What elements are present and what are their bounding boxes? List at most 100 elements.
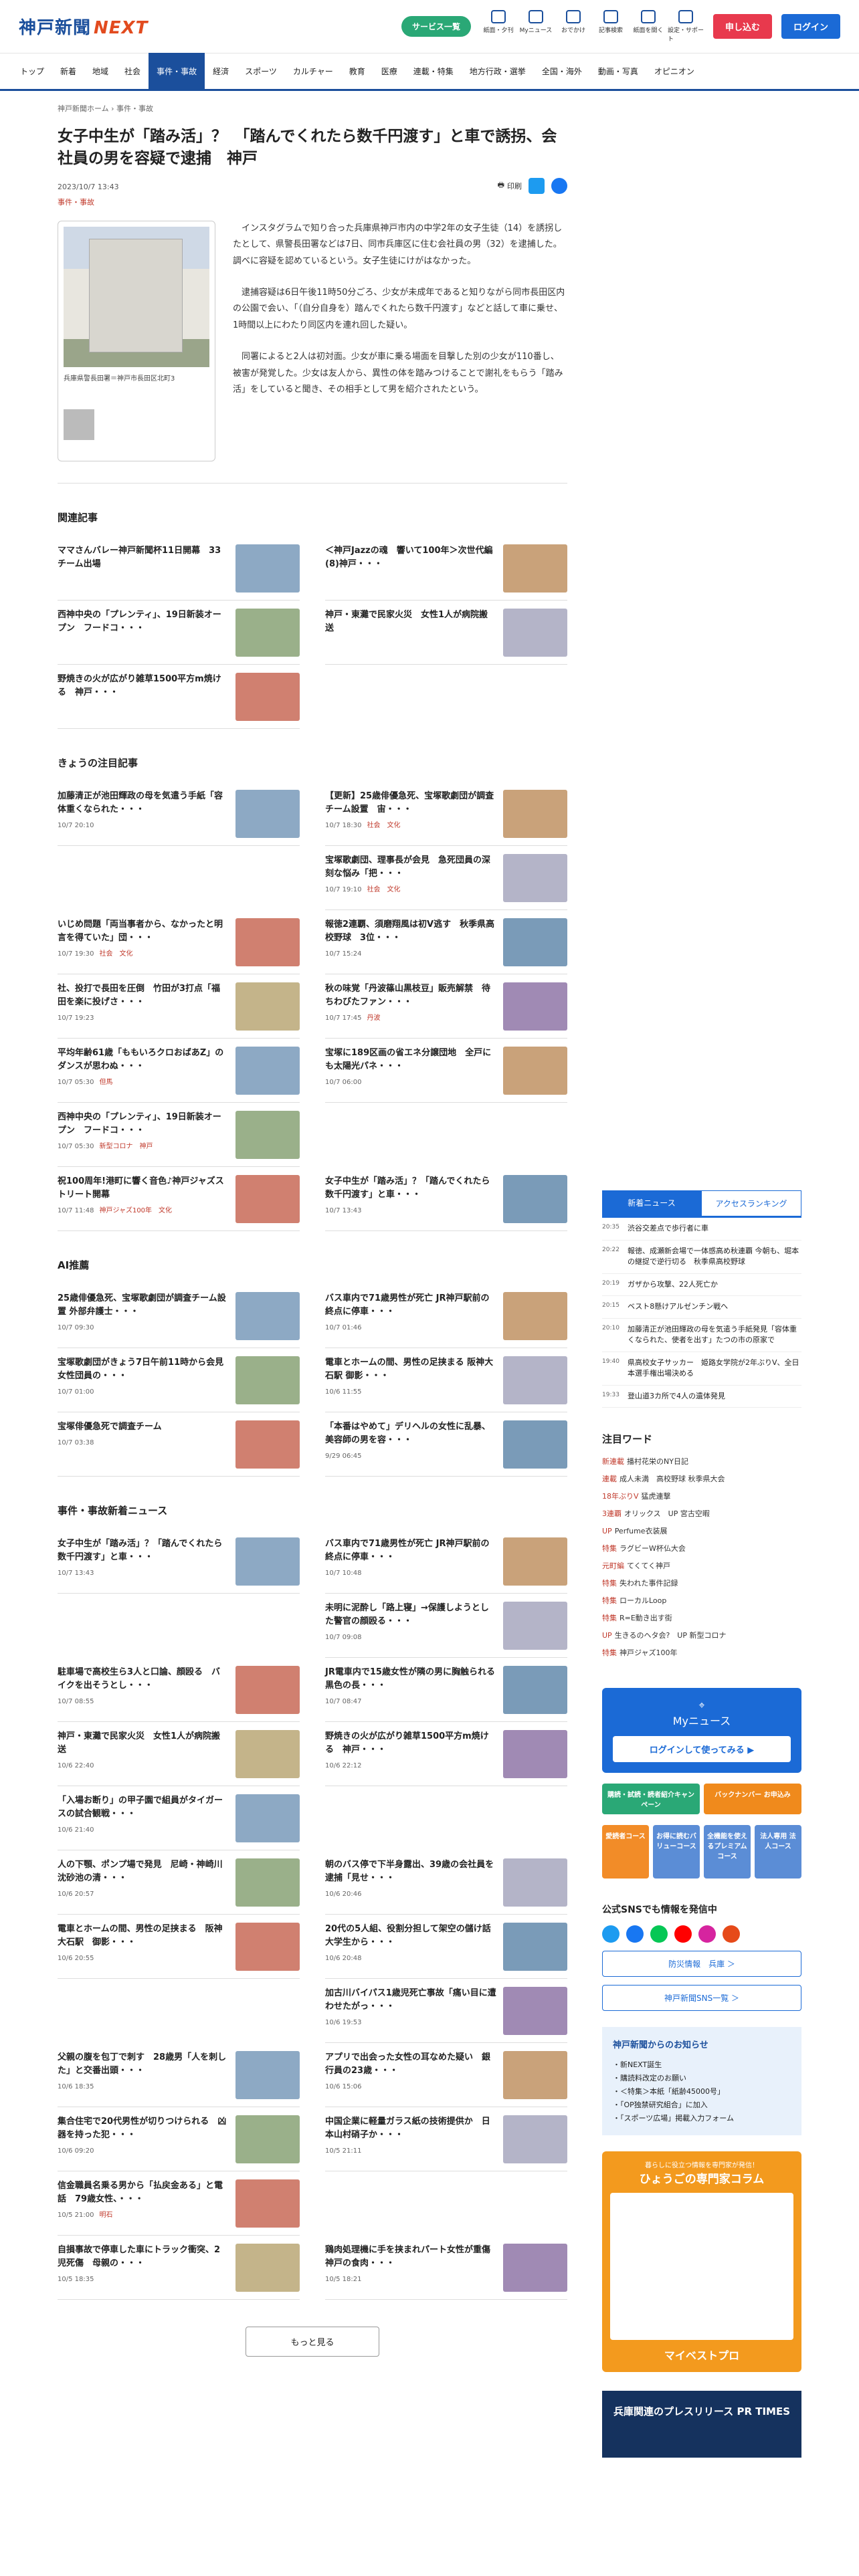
nav-item[interactable]: 地方行政・選挙 bbox=[462, 53, 534, 90]
notice-item[interactable]: ・新NEXT誕生 bbox=[613, 2058, 791, 2072]
word-item[interactable]: 特集 神戸ジャズ100年 bbox=[602, 1644, 801, 1661]
article-card[interactable]: 宝塚歌劇団、理事長が会見 急死団員の深刻な悩み「把・・・ 10/7 19:10 社会… bbox=[325, 846, 567, 910]
article-card[interactable]: 人の下顎、ポンプ場で発見 尼崎・神崎川 沈砂池の清・・・ 10/6 20:57 bbox=[58, 1850, 300, 1915]
promo-campaign[interactable]: 購読・試読・読者紹介キャンペーン bbox=[602, 1784, 700, 1814]
article-card[interactable]: 信金職員名乗る男から「払戻金ある」と電話 79歳女性、・・・ 10/5 21:00… bbox=[58, 2171, 300, 2236]
side-news-item[interactable]: 20:10 加藤清正が池田輝政の母を気遣う手紙発見「容体重くなられた、使者を出す」… bbox=[602, 1319, 801, 1352]
article-card[interactable]: JR電車内で15歳女性が隣の男に胸触られる 黒色の長・・・ 10/7 08:47 bbox=[325, 1658, 567, 1722]
nav-item[interactable]: 事件・事故 bbox=[149, 52, 205, 90]
header-icon-1[interactable]: Myニュース bbox=[518, 10, 554, 43]
notice-item[interactable]: ・＜特集＞本紙「紙齢45000号」 bbox=[613, 2085, 791, 2099]
notice-item[interactable]: ・「スポーツ広場」掲載入力フォーム bbox=[613, 2112, 791, 2125]
line-icon[interactable] bbox=[650, 1925, 668, 1943]
nav-item[interactable]: 全国・海外 bbox=[534, 53, 590, 90]
notice-item[interactable]: ・「OP独禁研究組合」に加入 bbox=[613, 2099, 791, 2112]
header-icon-3[interactable]: 記事検索 bbox=[593, 10, 629, 43]
article-card[interactable]: 宝塚俳優急死で調査チーム 10/7 03:38 bbox=[58, 1412, 300, 1477]
nav-item[interactable]: 社会 bbox=[116, 53, 149, 90]
article-card[interactable]: 神戸・東灘で民家火災 女性1人が病院搬送 bbox=[325, 601, 567, 665]
youtube-icon[interactable] bbox=[674, 1925, 692, 1943]
article-card[interactable]: 西神中央の「プレンティ」、19日新装オープン フードコ・・・ 10/7 05:30… bbox=[58, 1103, 300, 1167]
article-card[interactable]: ママさんバレー神戸新聞杯11日開幕 33チーム出場 bbox=[58, 536, 300, 601]
nav-item[interactable]: 新着 bbox=[52, 53, 84, 90]
course-reader[interactable]: 愛読者コース bbox=[602, 1825, 649, 1879]
article-card[interactable]: 駐車場で高校生ら3人と口論、顔殴る バイクを出そうとし・・・ 10/7 08:55 bbox=[58, 1658, 300, 1722]
nav-item[interactable]: 医療 bbox=[373, 53, 405, 90]
nav-item[interactable]: カルチャー bbox=[285, 53, 341, 90]
article-card[interactable]: バス車内で71歳男性が死亡 JR神戸駅前の終点に停車・・・ 10/7 10:48 bbox=[325, 1529, 567, 1594]
article-card[interactable]: 25歳俳優急死、宝塚歌劇団が調査チーム設置 外部弁護士・・・ 10/7 09:30 bbox=[58, 1284, 300, 1348]
article-card[interactable]: 社、投打で長田を圧倒 竹田が3打点「福田を楽に投げさ・・・ 10/7 19:23 bbox=[58, 974, 300, 1039]
article-photo[interactable]: 兵庫県警長田署＝神戸市長田区北町3 bbox=[58, 220, 215, 461]
article-card[interactable]: 神戸・東灘で民家火災 女性1人が病院搬送 10/6 22:40 bbox=[58, 1722, 300, 1786]
article-card[interactable]: 電車とホームの間、男性の足挟まる 阪神大石駅 御影・・・ 10/6 20:55 bbox=[58, 1915, 300, 1979]
article-card[interactable]: 鶏肉処理機に手を挟まれパート女性が重傷 神戸の食肉・・・ 10/5 18:21 bbox=[325, 2236, 567, 2300]
nav-item[interactable]: 地域 bbox=[84, 53, 116, 90]
course-premium[interactable]: 全機能を使えるプレミアムコース bbox=[704, 1825, 751, 1879]
article-card[interactable]: 20代の5人組、役割分担して架空の儲け話 大学生から・・・ 10/6 20:48 bbox=[325, 1915, 567, 1979]
article-card[interactable]: 平均年齢61歳「ももいろクロおばあZ」のダンスが思わぬ・・・ 10/7 05:30… bbox=[58, 1039, 300, 1103]
article-card[interactable]: 父親の腹を包丁で刺す 28歳男「人を刺した」と交番出頭・・・ 10/6 18:35 bbox=[58, 2043, 300, 2107]
word-item[interactable]: 特集 ローカルLoop bbox=[602, 1592, 801, 1609]
article-card[interactable]: 宝塚に189区画の省エネ分譲団地 全戸にも太陽光パネ・・・ 10/7 06:00 bbox=[325, 1039, 567, 1103]
article-card[interactable]: 野焼きの火が広がり雑草1500平方m焼ける 神戸・・・ 10/6 22:12 bbox=[325, 1722, 567, 1786]
article-card[interactable]: 祝100周年!港町に響く音色♪神戸ジャズストリート開幕 10/7 11:48 神戸ジ… bbox=[58, 1167, 300, 1231]
print-button[interactable]: 🖶 印刷 bbox=[498, 179, 522, 192]
app-icon[interactable] bbox=[723, 1925, 740, 1943]
promo-backnumber[interactable]: バックナンバー お申込み bbox=[704, 1784, 801, 1814]
disaster-info-button[interactable]: 防災情報 兵庫 ＞ bbox=[602, 1951, 801, 1977]
mynews-login-button[interactable]: ログインして使ってみる ▶ bbox=[613, 1736, 791, 1762]
more-button[interactable]: もっと見る bbox=[246, 2326, 379, 2357]
login-button[interactable]: ログイン bbox=[781, 14, 840, 39]
side-news-item[interactable]: 19:33 登山道3カ所で4人の遺体発見 bbox=[602, 1386, 801, 1408]
word-item[interactable]: 特集 ラグビーW杯仏大会 bbox=[602, 1539, 801, 1557]
service-list-button[interactable]: サービス一覧 bbox=[401, 16, 471, 37]
article-card[interactable]: 【更新】25歳俳優急死、宝塚歌劇団が調査チーム設置 宙・・・ 10/7 18:30… bbox=[325, 782, 567, 846]
word-item[interactable]: 元町編 てくてく神戸 bbox=[602, 1557, 801, 1574]
nav-item[interactable]: 経済 bbox=[205, 53, 237, 90]
nav-item[interactable]: スポーツ bbox=[237, 53, 285, 90]
article-card[interactable]: 中国企業に軽量ガラス紙の技術提供か 日本山村硝子か・・・ 10/5 21:11 bbox=[325, 2107, 567, 2171]
instagram-icon[interactable] bbox=[698, 1925, 716, 1943]
article-card[interactable]: ＜神戸Jazzの魂 響いて100年＞次世代編(8)神戸・・・ bbox=[325, 536, 567, 601]
tab-ranking[interactable]: アクセスランキング bbox=[701, 1190, 801, 1216]
word-item[interactable]: 3連覇 オリックス UP 宮古空暇 bbox=[602, 1505, 801, 1522]
header-icon-4[interactable]: 紙面を開く bbox=[630, 10, 666, 43]
course-value[interactable]: お得に読むバリューコース bbox=[653, 1825, 700, 1879]
article-card[interactable]: アプリで出会った女性の耳なめた疑い 銀行員の23歳・・・ 10/6 15:06 bbox=[325, 2043, 567, 2107]
article-card[interactable]: 宝塚歌劇団がきょう7日午前11時から会見 女性団員の・・・ 10/7 01:00 bbox=[58, 1348, 300, 1412]
tab-latest[interactable]: 新着ニュース bbox=[602, 1190, 701, 1216]
article-card[interactable]: 西神中央の「プレンティ」、19日新装オープン フードコ・・・ bbox=[58, 601, 300, 665]
expert-column-banner[interactable]: 暮らしに役立つ情報を専門家が発信！ ひょうごの専門家コラム マイベストプロ bbox=[602, 2151, 801, 2373]
prtimes-banner[interactable]: 兵庫関連のプレスリリース PR TIMES bbox=[602, 2391, 801, 2458]
nav-item[interactable]: 動画・写真 bbox=[590, 53, 646, 90]
header-icon-0[interactable]: 紙面・夕刊 bbox=[480, 10, 516, 43]
article-card[interactable]: 電車とホームの間、男性の足挟まる 阪神大石駅 御影・・・ 10/6 11:55 bbox=[325, 1348, 567, 1412]
facebook-icon[interactable] bbox=[626, 1925, 644, 1943]
article-card[interactable]: 女子中生が「踏み活」？「踏んでくれたら数千円渡す」と車・・・ 10/7 13:43 bbox=[58, 1529, 300, 1594]
photo-thumbnail[interactable] bbox=[64, 409, 94, 440]
nav-item[interactable]: 連載・特集 bbox=[405, 53, 462, 90]
article-card[interactable]: 自損事故で停車した車にトラック衝突、2児死傷 母親の・・・ 10/5 18:35 bbox=[58, 2236, 300, 2300]
nav-item[interactable]: 教育 bbox=[341, 53, 373, 90]
word-item[interactable]: 新連載 播村花栄のNY日記 bbox=[602, 1453, 801, 1470]
article-card[interactable]: 女子中生が「踏み活」？「踏んでくれたら数千円渡す」と車・・・ 10/7 13:43 bbox=[325, 1167, 567, 1231]
side-news-item[interactable]: 20:22 報徳、成瀬新会場で一体感高め秋連覇 今朝も、堀本の継捉で逆行切る 秋季… bbox=[602, 1241, 801, 1274]
side-news-item[interactable]: 20:35 渋谷交差点で歩行者に車 bbox=[602, 1218, 801, 1241]
side-news-item[interactable]: 19:40 県高校女子サッカー 姫路女学院が2年ぶりV、全日本選手権出場決める bbox=[602, 1352, 801, 1386]
word-item[interactable]: 特集 失われた事件記録 bbox=[602, 1574, 801, 1592]
facebook-icon[interactable] bbox=[551, 177, 567, 194]
side-news-item[interactable]: 20:19 ガザから攻撃、22人死亡か bbox=[602, 1274, 801, 1296]
sns-list-button[interactable]: 神戸新聞SNS一覧 ＞ bbox=[602, 1985, 801, 2011]
side-news-item[interactable]: 20:15 ベスト8懸けアルゼンチン戦へ bbox=[602, 1296, 801, 1319]
article-category[interactable]: 事件・事故 bbox=[58, 197, 567, 207]
word-item[interactable]: 連載 成人未満 高校野球 秋季県大会 bbox=[602, 1470, 801, 1487]
word-item[interactable]: UP 生きるのヘタ会? UP 新型コロナ bbox=[602, 1626, 801, 1644]
header-icon-2[interactable]: おでかけ bbox=[555, 10, 591, 43]
nav-item[interactable]: オピニオン bbox=[646, 53, 702, 90]
word-item[interactable]: UP Perfume衣装展 bbox=[602, 1522, 801, 1539]
article-card[interactable]: 「本番はやめて」デリヘルの女性に乱暴、美容師の男を容・・・ 9/29 06:45 bbox=[325, 1412, 567, 1477]
article-card[interactable]: バス車内で71歳男性が死亡 JR神戸駅前の終点に停車・・・ 10/7 01:46 bbox=[325, 1284, 567, 1348]
twitter-icon[interactable] bbox=[529, 177, 545, 194]
article-card[interactable]: 朝のバス停で下半身露出、39歳の会社員を逮捕「見せ・・・ 10/6 20:46 bbox=[325, 1850, 567, 1915]
